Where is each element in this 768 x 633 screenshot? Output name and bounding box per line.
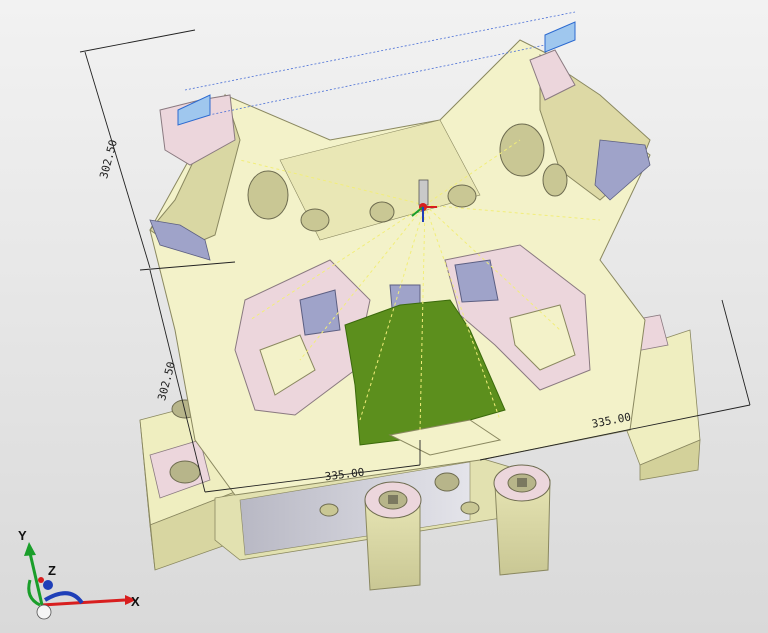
dimension-height-upper: 302.50 <box>97 138 120 180</box>
cad-3d-viewport[interactable]: 302.50 302.50 335.00 335.00 X Y Z <box>0 0 768 633</box>
z-axis-label: Z <box>48 563 56 578</box>
front-boss-right <box>493 464 551 576</box>
front-boss-left <box>364 481 422 591</box>
part-main-body <box>149 39 651 496</box>
origin-sphere <box>36 604 52 620</box>
dim-label-height-lower: 302.50 <box>155 360 178 402</box>
axis-triad: X Y Z <box>18 528 140 620</box>
part-model-canvas[interactable]: 302.50 302.50 335.00 335.00 X Y Z <box>0 0 768 633</box>
dim-label-height-upper: 302.50 <box>97 138 120 180</box>
x-axis-label: X <box>131 594 140 609</box>
stock-corner-right <box>544 21 576 53</box>
y-axis-label: Y <box>18 528 27 543</box>
x-axis-arrow <box>41 598 126 607</box>
dimension-height-lower: 302.50 <box>155 360 178 402</box>
